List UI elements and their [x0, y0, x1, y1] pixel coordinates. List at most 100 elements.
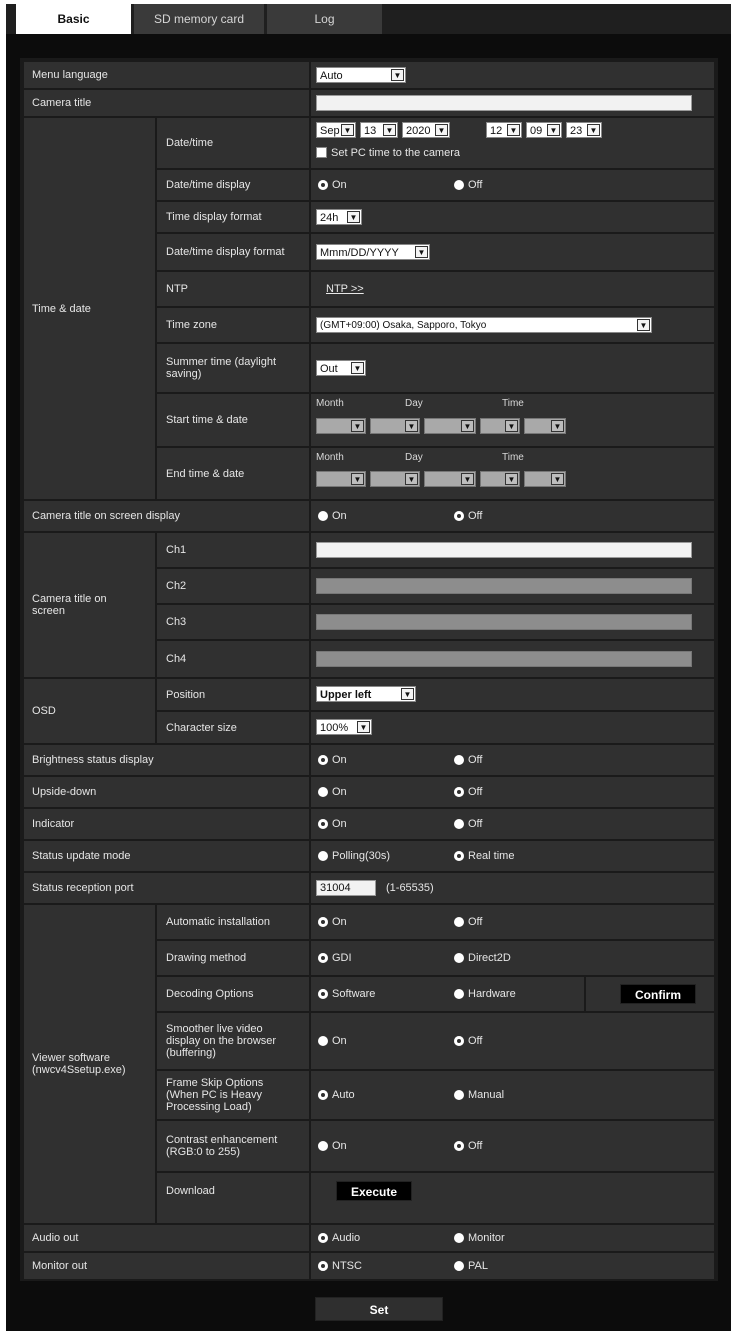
- status-update-label: Status update mode: [32, 850, 131, 862]
- ch3-input[interactable]: [316, 614, 692, 630]
- end-day-select[interactable]: ▼: [424, 471, 476, 487]
- menu-language-select[interactable]: Auto ▼: [316, 67, 406, 83]
- audio-out-audio-radio[interactable]: Audio: [318, 1230, 360, 1246]
- frame-skip-label: Frame Skip Options (When PC is Heavy Pro…: [166, 1077, 264, 1113]
- frame-skip-manual-radio[interactable]: Manual: [454, 1087, 504, 1103]
- start-day-caption: Day: [405, 398, 423, 409]
- ch4-label: Ch4: [166, 653, 187, 665]
- camera-title-screen-label: Camera title on screen: [32, 593, 107, 617]
- indicator-value-cell: [311, 809, 714, 839]
- set-pc-time-checkbox[interactable]: [316, 147, 327, 158]
- summer-time-label: Summer time (daylight saving): [166, 356, 277, 380]
- frame-skip-auto-radio[interactable]: Auto: [318, 1087, 355, 1103]
- auto-install-on-radio[interactable]: On: [318, 914, 347, 930]
- osd-title-on-radio[interactable]: On: [318, 508, 347, 524]
- tab-sd-memory-card[interactable]: SD memory card: [134, 4, 264, 34]
- status-port-input[interactable]: 31004: [316, 880, 376, 896]
- chevron-down-icon: ▼: [351, 420, 364, 432]
- indicator-on-radio[interactable]: On: [318, 816, 347, 832]
- set-button[interactable]: Set: [315, 1297, 443, 1321]
- ch4-input[interactable]: [316, 651, 692, 667]
- upside-down-off-radio[interactable]: Off: [454, 784, 482, 800]
- smoother-on-radio[interactable]: On: [318, 1033, 347, 1049]
- date-format-label: Date/time display format: [166, 246, 285, 258]
- chevron-down-icon: ▼: [547, 124, 560, 136]
- osd-position-select[interactable]: Upper left ▼: [316, 686, 416, 702]
- end-label: End time & date: [166, 467, 245, 480]
- confirm-button[interactable]: Confirm: [620, 984, 696, 1004]
- smoother-label: Smoother live video display on the brows…: [166, 1023, 277, 1059]
- chevron-down-icon: ▼: [391, 69, 404, 81]
- time-zone-select[interactable]: (GMT+09:00) Osaka, Sapporo, Tokyo ▼: [316, 317, 652, 333]
- start-day-select[interactable]: ▼: [424, 418, 476, 434]
- contrast-off-radio[interactable]: Off: [454, 1138, 482, 1154]
- drawing-direct2d-radio[interactable]: Direct2D: [454, 950, 511, 966]
- end-week-select[interactable]: ▼: [370, 471, 420, 487]
- osd-char-size-label: Character size: [166, 721, 237, 734]
- monitor-out-pal-radio[interactable]: PAL: [454, 1258, 488, 1274]
- ntp-link[interactable]: NTP >>: [326, 283, 364, 295]
- chevron-down-icon: ▼: [347, 211, 360, 223]
- drawing-label: Drawing method: [166, 952, 247, 964]
- chevron-down-icon: ▼: [341, 124, 354, 136]
- contrast-on-radio[interactable]: On: [318, 1138, 347, 1154]
- brightness-label: Brightness status display: [32, 754, 154, 766]
- decoding-software-radio[interactable]: Software: [318, 986, 375, 1002]
- drawing-gdi-radio[interactable]: GDI: [318, 950, 352, 966]
- chevron-down-icon: ▼: [461, 420, 474, 432]
- hour-select[interactable]: 12 ▼: [486, 122, 522, 138]
- monitor-out-value-cell: [311, 1253, 714, 1279]
- monitor-out-label: Monitor out: [32, 1260, 88, 1272]
- indicator-off-radio[interactable]: Off: [454, 816, 482, 832]
- end-hour-select[interactable]: ▼: [480, 471, 520, 487]
- ch1-label: Ch1: [166, 544, 187, 556]
- ch3-label: Ch3: [166, 616, 187, 628]
- summer-time-value-cell: [311, 344, 714, 392]
- ch2-input[interactable]: [316, 578, 692, 594]
- osd-char-size-select[interactable]: 100% ▼: [316, 719, 372, 735]
- month-select[interactable]: Sep ▼: [316, 122, 356, 138]
- decoding-hardware-radio[interactable]: Hardware: [454, 986, 516, 1002]
- tab-basic[interactable]: Basic: [16, 4, 131, 34]
- start-week-select[interactable]: ▼: [370, 418, 420, 434]
- monitor-out-ntsc-radio[interactable]: NTSC: [318, 1258, 362, 1274]
- smoother-off-radio[interactable]: Off: [454, 1033, 482, 1049]
- date-format-select[interactable]: Mmm/DD/YYYY ▼: [316, 244, 430, 260]
- start-label: Start time & date: [166, 414, 248, 426]
- camera-title-input[interactable]: [316, 95, 692, 111]
- contrast-value-cell: [311, 1121, 714, 1171]
- osd-title-off-radio[interactable]: Off: [454, 508, 482, 524]
- auto-install-off-radio[interactable]: Off: [454, 914, 482, 930]
- second-select[interactable]: 23 ▼: [566, 122, 602, 138]
- osd-title-value-cell: [311, 501, 714, 531]
- day-select[interactable]: 13 ▼: [360, 122, 398, 138]
- start-minute-select[interactable]: ▼: [524, 418, 566, 434]
- start-time-caption: Time: [502, 398, 524, 409]
- start-hour-select[interactable]: ▼: [480, 418, 520, 434]
- minute-select[interactable]: 09 ▼: [526, 122, 562, 138]
- end-minute-select[interactable]: ▼: [524, 471, 566, 487]
- chevron-down-icon: ▼: [435, 124, 448, 136]
- time-format-select[interactable]: 24h ▼: [316, 209, 362, 225]
- year-select[interactable]: 2020 ▼: [402, 122, 450, 138]
- summer-time-select[interactable]: Out ▼: [316, 360, 366, 376]
- status-polling-radio[interactable]: Polling(30s): [318, 848, 390, 864]
- end-month-select[interactable]: ▼: [316, 471, 366, 487]
- upside-down-on-radio[interactable]: On: [318, 784, 347, 800]
- execute-button[interactable]: Execute: [336, 1181, 412, 1201]
- start-month-caption: Month: [316, 398, 344, 409]
- datetime-display-on-radio[interactable]: On: [318, 177, 347, 193]
- brightness-off-radio[interactable]: Off: [454, 752, 482, 768]
- settings-window: Basic SD memory card Log Menu language A…: [6, 4, 731, 1331]
- audio-out-monitor-radio[interactable]: Monitor: [454, 1230, 505, 1246]
- brightness-on-radio[interactable]: On: [318, 752, 347, 768]
- ch1-input[interactable]: [316, 542, 692, 558]
- start-month-select[interactable]: ▼: [316, 418, 366, 434]
- chevron-down-icon: ▼: [383, 124, 396, 136]
- datetime-display-off-radio[interactable]: Off: [454, 177, 482, 193]
- chevron-down-icon: ▼: [351, 362, 364, 374]
- chevron-down-icon: ▼: [351, 473, 364, 485]
- tab-log[interactable]: Log: [267, 4, 382, 34]
- status-realtime-radio[interactable]: Real time: [454, 848, 514, 864]
- settings-panel: Menu language Auto ▼ Camera title Time & …: [20, 58, 718, 1281]
